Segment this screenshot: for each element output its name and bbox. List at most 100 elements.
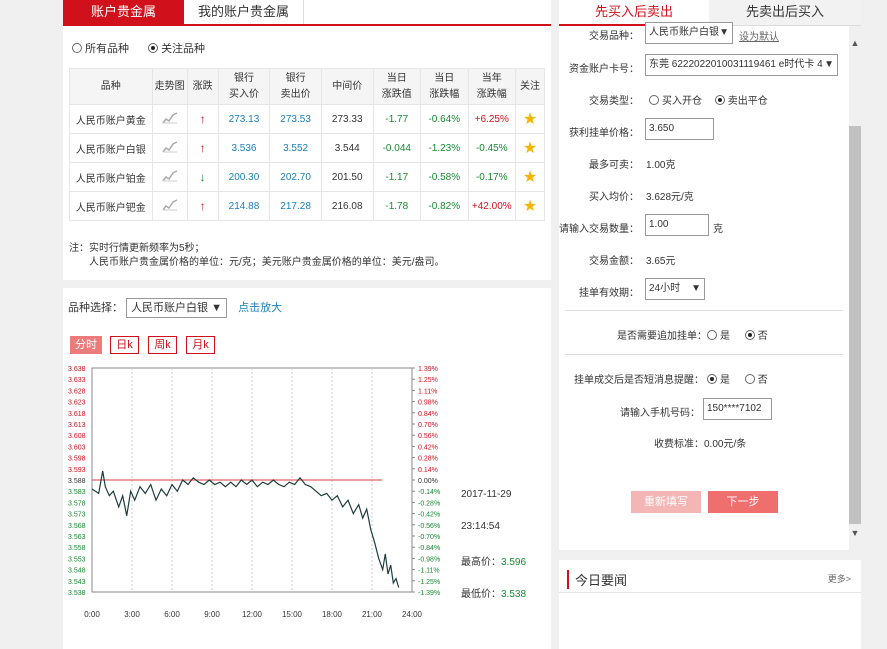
chart-panel: 品种选择： 人民币账户白银 ▼ 点击放大 分时 日k 周k 月k 0:00 3:0… bbox=[63, 288, 551, 649]
y-tick-label: 3.593 bbox=[68, 467, 86, 474]
col-year-pct-header: 当年 涨跌幅 bbox=[467, 68, 517, 105]
filter-watch[interactable]: 关注品种 bbox=[148, 40, 205, 56]
star-icon[interactable]: ★ bbox=[523, 111, 537, 128]
y2-tick-label: -0.84% bbox=[418, 545, 440, 552]
radio-icon[interactable] bbox=[649, 95, 659, 105]
change-cell: ↑ bbox=[186, 104, 219, 134]
trade-product-select[interactable]: 人民币账户白银 ▼ bbox=[645, 22, 733, 44]
profit-price-input[interactable]: 3.650 bbox=[645, 118, 714, 140]
product-name: 人民币账户铂金 bbox=[69, 162, 153, 192]
divider bbox=[559, 592, 861, 593]
next-button[interactable]: 下一步 bbox=[708, 491, 778, 513]
y2-tick-label: -0.42% bbox=[418, 512, 440, 519]
y-tick-label: 3.583 bbox=[68, 489, 86, 496]
product-select-row: 品种选择： 人民币账户白银 ▼ 点击放大 bbox=[68, 298, 282, 318]
trend-chart-icon[interactable] bbox=[162, 111, 178, 124]
y-tick-label: 3.558 bbox=[68, 545, 86, 552]
tab-account-metal[interactable]: 账户贵金属 bbox=[63, 0, 184, 24]
y-tick-label: 3.628 bbox=[68, 388, 86, 395]
y2-tick-label: -0.98% bbox=[418, 556, 440, 563]
arrow-up-icon: ↑ bbox=[199, 112, 206, 126]
watch-cell: ★ bbox=[515, 104, 545, 134]
zoom-link[interactable]: 点击放大 bbox=[238, 302, 282, 314]
radio-checked-icon[interactable] bbox=[707, 374, 717, 384]
y2-tick-label: 0.56% bbox=[418, 433, 438, 440]
mid-price: 201.50 bbox=[320, 162, 374, 192]
change-cell: ↑ bbox=[186, 133, 219, 163]
radio-icon[interactable] bbox=[744, 374, 755, 384]
y-tick-label: 3.638 bbox=[68, 366, 86, 373]
scroll-up-icon[interactable]: ▲ bbox=[849, 38, 861, 48]
day-pct: -0.64% bbox=[420, 104, 469, 134]
divider bbox=[565, 310, 843, 311]
scrollbar[interactable]: ▲ ▼ bbox=[849, 26, 861, 550]
divider bbox=[565, 354, 843, 355]
x-tick-label: 0:00 bbox=[84, 610, 100, 619]
sms-label: 挂单成交后是否短消息提醒： bbox=[574, 375, 704, 386]
y2-tick-label: 0.70% bbox=[418, 422, 438, 429]
y-tick-label: 3.623 bbox=[68, 400, 86, 407]
reset-button[interactable]: 重新填写 bbox=[631, 491, 701, 513]
tab-my-account-metal[interactable]: 我的账户贵金属 bbox=[184, 0, 304, 24]
radio-checked-icon[interactable] bbox=[714, 95, 725, 105]
y2-tick-label: -1.25% bbox=[418, 579, 440, 586]
trend-chart-icon[interactable] bbox=[162, 140, 178, 153]
day-change: -1.77 bbox=[372, 104, 422, 134]
y-tick-label: 3.633 bbox=[68, 377, 86, 384]
y-tick-label: 3.613 bbox=[68, 422, 86, 429]
chevron-down-icon: ▼ bbox=[824, 55, 834, 75]
y-tick-label: 3.568 bbox=[68, 523, 86, 530]
period-month[interactable]: 月k bbox=[186, 336, 215, 354]
y2-tick-label: -0.14% bbox=[418, 489, 440, 496]
change-cell: ↓ bbox=[186, 162, 219, 192]
y-tick-label: 3.573 bbox=[68, 512, 86, 519]
validity-select[interactable]: 24小时 ▼ bbox=[645, 278, 705, 300]
period-intraday[interactable]: 分时 bbox=[70, 336, 102, 354]
max-sell-label: 最多可卖： bbox=[589, 160, 639, 171]
star-icon[interactable]: ★ bbox=[523, 140, 537, 157]
max-sell-value: 1.00克 bbox=[646, 160, 676, 171]
y-tick-label: 3.618 bbox=[68, 411, 86, 418]
trend-chart-icon[interactable] bbox=[162, 198, 178, 211]
scrollbar-thumb[interactable] bbox=[849, 126, 861, 524]
news-panel: 今日要闻 更多> bbox=[559, 560, 861, 649]
col-day-change-header: 当日 涨跌值 bbox=[372, 68, 422, 105]
radio-icon[interactable] bbox=[72, 43, 82, 53]
star-icon[interactable]: ★ bbox=[523, 169, 537, 186]
y-tick-label: 3.548 bbox=[68, 568, 86, 575]
period-week[interactable]: 周k bbox=[148, 336, 177, 354]
product-select[interactable]: 人民币账户白银 ▼ bbox=[126, 298, 228, 318]
radio-checked-icon[interactable] bbox=[744, 330, 755, 340]
sms-radios: 是 否 bbox=[707, 371, 768, 386]
quantity-input[interactable]: 1.00 bbox=[645, 214, 709, 236]
product-name: 人民币账户黄金 bbox=[69, 104, 153, 134]
account-select[interactable]: 东莞 6222022010031119461 e时代卡 4 ▼ bbox=[645, 54, 838, 76]
period-day[interactable]: 日k bbox=[110, 336, 139, 354]
quote-panel: 账户贵金属 我的账户贵金属 所有品种 关注品种 品种 走势图 涨跌 银行 买入价 银行 … bbox=[63, 0, 551, 280]
more-link[interactable]: 更多> bbox=[828, 572, 851, 585]
trend-cell bbox=[151, 133, 188, 163]
col-change-header: 涨跌 bbox=[186, 68, 219, 105]
price-note: 注：实时行情更新频率为5秒； 人民币账户贵金属价格的单位：元/克；美元账户贵金属… bbox=[69, 243, 445, 268]
y2-tick-label: 1.39% bbox=[418, 366, 438, 373]
bank-sell-price: 3.552 bbox=[269, 133, 322, 163]
y-tick-label: 3.563 bbox=[68, 534, 86, 541]
phone-input[interactable]: 150****7102 bbox=[703, 398, 772, 420]
scroll-down-icon[interactable]: ▼ bbox=[849, 528, 861, 538]
y-tick-label: 3.608 bbox=[68, 433, 86, 440]
year-pct: +6.25% bbox=[467, 104, 517, 134]
radio-checked-icon[interactable] bbox=[148, 43, 159, 53]
radio-icon[interactable] bbox=[707, 330, 717, 340]
quantity-unit: 克 bbox=[713, 224, 723, 235]
add-order-radios: 是 否 bbox=[707, 327, 768, 342]
star-icon[interactable]: ★ bbox=[523, 198, 537, 215]
table-row: 人民币账户铂金 ↓ 200.30 202.70 201.50 -1.17 -0.58% -0.… bbox=[69, 162, 545, 192]
day-change: -1.17 bbox=[372, 162, 422, 192]
amount-value: 3.65元 bbox=[646, 256, 676, 267]
filter-all[interactable]: 所有品种 bbox=[72, 40, 129, 56]
trend-chart-icon[interactable] bbox=[162, 169, 178, 182]
year-pct: -0.17% bbox=[467, 162, 517, 192]
col-trend-header: 走势图 bbox=[151, 68, 188, 105]
table-row: 人民币账户钯金 ↑ 214.88 217.28 216.08 -1.78 -0.82% +42… bbox=[69, 191, 545, 221]
set-default-link[interactable]: 设为默认 bbox=[739, 28, 779, 43]
